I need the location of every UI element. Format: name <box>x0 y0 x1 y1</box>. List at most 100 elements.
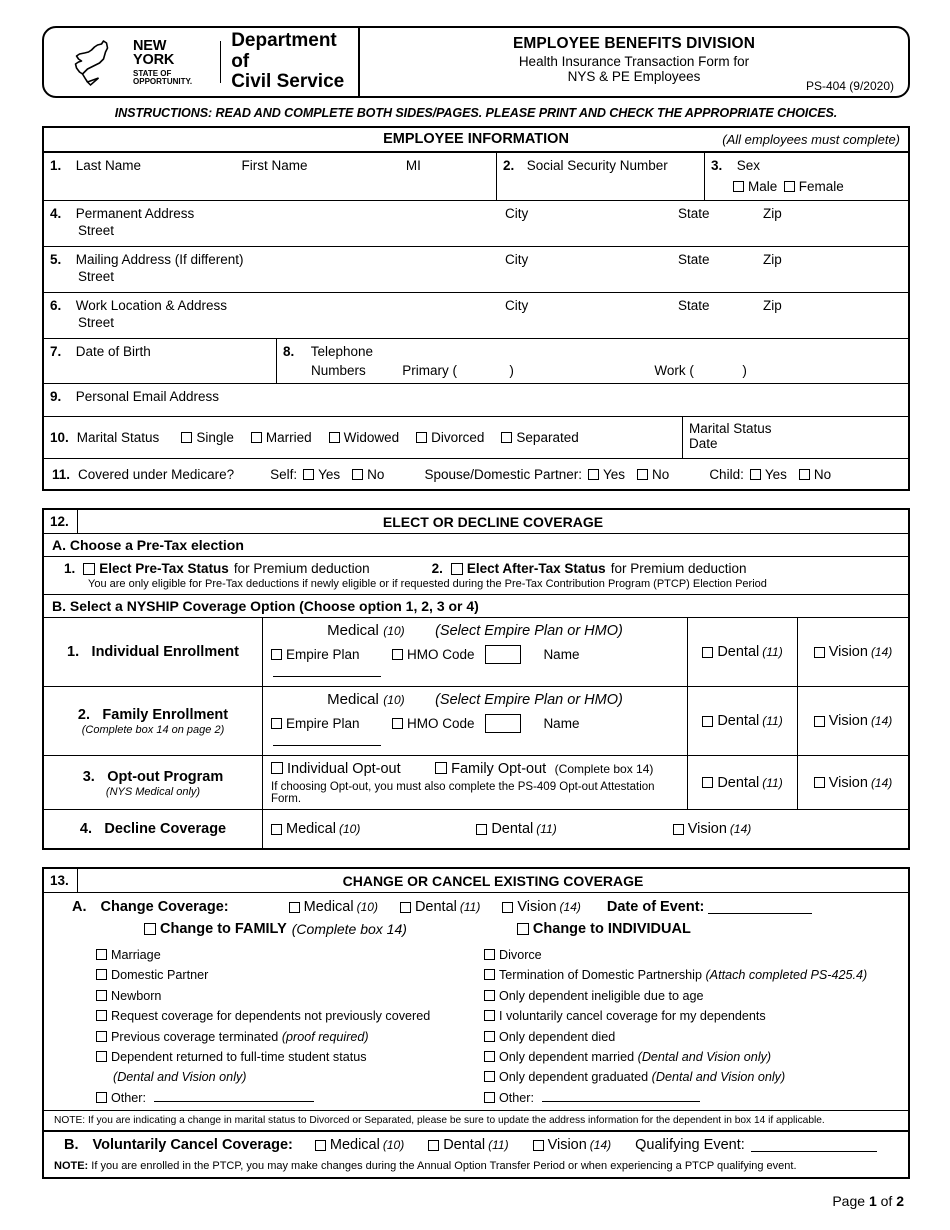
checkbox-widowed[interactable] <box>328 431 340 443</box>
checkbox-empire-plan-1[interactable] <box>271 649 282 660</box>
checkbox-hmo-2[interactable] <box>392 718 403 729</box>
checkbox-medicare-child-yes[interactable] <box>749 468 761 480</box>
reason-item[interactable]: Termination of Domestic Partnership (Att… <box>484 965 908 985</box>
checkbox-medicare-spouse-no[interactable] <box>637 468 649 480</box>
field-work-address[interactable]: 6. Work Location & Address Street <box>44 293 499 338</box>
field-mailing-city[interactable]: City <box>499 247 672 292</box>
reason-item[interactable]: Only dependent died <box>484 1027 908 1047</box>
reason-item[interactable]: Other: <box>484 1088 908 1108</box>
checkbox-newborn[interactable] <box>96 989 107 1001</box>
checkbox-change-to-family[interactable] <box>144 923 156 935</box>
checkbox-dependent-graduated[interactable] <box>484 1071 495 1083</box>
field-work-state[interactable]: State <box>672 293 757 338</box>
checkbox-family-optout[interactable] <box>435 762 448 774</box>
checkbox-other-left[interactable] <box>96 1091 107 1103</box>
checkbox-vision-1[interactable] <box>813 646 825 658</box>
input-date-of-event[interactable] <box>708 901 813 914</box>
checkbox-individual-optout[interactable] <box>271 762 283 774</box>
checkbox-change-medical[interactable] <box>288 901 300 913</box>
checkbox-divorced[interactable] <box>416 431 428 443</box>
checkbox-hmo-1[interactable] <box>392 649 403 660</box>
checkbox-medicare-self-yes[interactable] <box>303 468 315 480</box>
checkbox-married[interactable] <box>250 431 262 443</box>
checkbox-other-right[interactable] <box>484 1091 495 1103</box>
reason-item[interactable]: Previous coverage terminated (proof requ… <box>96 1027 476 1047</box>
checkbox-dental-3[interactable] <box>702 777 714 788</box>
checkbox-dental-2[interactable] <box>702 715 714 727</box>
checkbox-empire-plan-2[interactable] <box>271 718 282 729</box>
checkbox-elect-aftertax[interactable] <box>450 562 463 575</box>
checkbox-decline-dental[interactable] <box>476 823 488 835</box>
reason-item[interactable]: Only dependent married (Dental and Visio… <box>484 1047 908 1067</box>
input-hmo-code-2[interactable] <box>484 714 521 733</box>
reason-item[interactable]: Only dependent graduated (Dental and Vis… <box>484 1067 908 1087</box>
input-hmo-name-1[interactable] <box>273 664 381 677</box>
field-mailing-address[interactable]: 5. Mailing Address (If different) Street <box>44 247 499 292</box>
checkbox-cancel-dental[interactable] <box>428 1139 440 1151</box>
coverage-option-3-vision[interactable]: Vision (14) <box>798 756 908 809</box>
checkbox-elect-pretax[interactable] <box>83 562 96 575</box>
field-telephone-numbers[interactable]: 8. Telephone Numbers Primary ( ) Work ( … <box>277 339 908 383</box>
reason-item[interactable]: I voluntarily cancel coverage for my dep… <box>484 1006 908 1026</box>
field-marital-status[interactable]: 10. Marital Status Single Married Widowe… <box>44 417 683 458</box>
input-hmo-name-2[interactable] <box>273 733 381 746</box>
checkbox-marriage[interactable] <box>96 949 107 960</box>
reason-item[interactable]: Request coverage for dependents not prev… <box>96 1006 476 1026</box>
reason-item[interactable]: Other: <box>96 1088 476 1108</box>
field-personal-email[interactable]: 9. Personal Email Address <box>44 384 908 416</box>
checkbox-dependent-ineligible-age[interactable] <box>484 989 495 1001</box>
checkbox-dental-1[interactable] <box>702 646 714 658</box>
input-hmo-code-1[interactable] <box>484 645 521 664</box>
checkbox-dependent-returned-student[interactable] <box>96 1050 107 1062</box>
field-sex[interactable]: 3. Sex Male Female <box>705 153 908 200</box>
reason-item[interactable]: Only dependent ineligible due to age <box>484 986 908 1006</box>
field-work-city[interactable]: City <box>499 293 672 338</box>
field-marital-status-date[interactable]: Marital Status Date <box>683 417 908 458</box>
field-ssn[interactable]: 2. Social Security Number <box>497 153 705 200</box>
checkbox-divorce[interactable] <box>484 949 495 960</box>
coverage-option-3-dental[interactable]: Dental (11) <box>688 756 798 809</box>
checkbox-termination-domestic-partnership[interactable] <box>484 969 495 981</box>
field-mailing-zip[interactable]: Zip <box>757 247 908 292</box>
reason-item[interactable]: Dependent returned to full-time student … <box>96 1047 476 1067</box>
checkbox-medicare-child-no[interactable] <box>798 468 810 480</box>
checkbox-single[interactable] <box>181 431 193 443</box>
checkbox-cancel-vision[interactable] <box>532 1139 544 1151</box>
field-mailing-state[interactable]: State <box>672 247 757 292</box>
field-date-of-birth[interactable]: 7. Date of Birth <box>44 339 277 383</box>
coverage-option-2-dental[interactable]: Dental (11) <box>688 687 798 755</box>
checkbox-voluntarily-cancel-dependents[interactable] <box>484 1010 495 1022</box>
reason-item[interactable]: Newborn <box>96 986 476 1006</box>
checkbox-domestic-partner[interactable] <box>96 969 107 981</box>
field-permanent-state[interactable]: State <box>672 201 757 246</box>
reason-item[interactable]: Domestic Partner <box>96 965 476 985</box>
checkbox-medicare-spouse-yes[interactable] <box>588 468 600 480</box>
checkbox-dependent-married[interactable] <box>484 1050 495 1062</box>
checkbox-medicare-self-no[interactable] <box>352 468 364 480</box>
field-name[interactable]: 1. Last Name First Name MI <box>44 153 497 200</box>
checkbox-separated[interactable] <box>501 431 513 443</box>
coverage-option-2-vision[interactable]: Vision (14) <box>798 687 908 755</box>
input-other-right[interactable] <box>542 1089 700 1102</box>
checkbox-female[interactable] <box>783 181 795 192</box>
checkbox-change-dental[interactable] <box>399 901 411 913</box>
checkbox-vision-2[interactable] <box>813 715 825 727</box>
field-permanent-city[interactable]: City <box>499 201 672 246</box>
reason-item[interactable]: Marriage <box>96 945 476 965</box>
field-permanent-address[interactable]: 4. Permanent Address Street <box>44 201 499 246</box>
checkbox-male[interactable] <box>733 181 744 192</box>
field-work-zip[interactable]: Zip <box>757 293 908 338</box>
checkbox-cancel-medical[interactable] <box>314 1139 326 1151</box>
checkbox-change-to-individual[interactable] <box>516 923 529 935</box>
field-permanent-zip[interactable]: Zip <box>757 201 908 246</box>
checkbox-change-vision[interactable] <box>502 901 514 913</box>
checkbox-vision-3[interactable] <box>813 777 825 788</box>
input-other-left[interactable] <box>154 1089 314 1102</box>
checkbox-previous-coverage-terminated[interactable] <box>96 1030 107 1042</box>
coverage-option-1-vision[interactable]: Vision (14) <box>798 618 908 686</box>
checkbox-request-coverage-dependents[interactable] <box>96 1010 107 1022</box>
checkbox-dependent-died[interactable] <box>484 1030 495 1042</box>
checkbox-decline-vision[interactable] <box>672 823 684 835</box>
checkbox-decline-medical[interactable] <box>271 823 282 835</box>
reason-item[interactable]: Divorce <box>484 945 908 965</box>
